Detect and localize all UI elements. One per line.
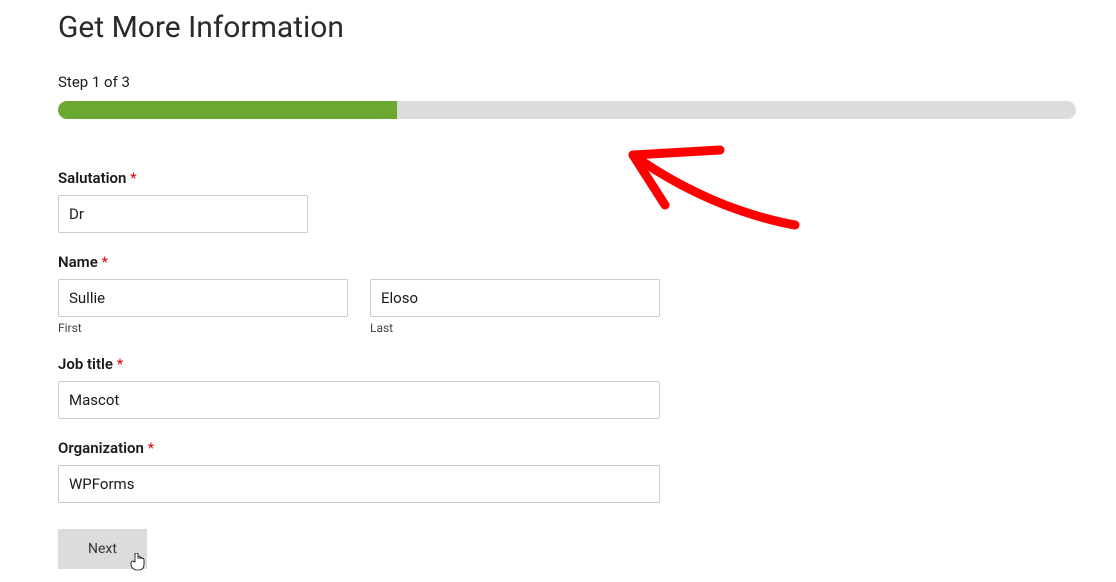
page-title: Get More Information bbox=[58, 10, 1076, 45]
next-button[interactable]: Next bbox=[58, 529, 147, 569]
name-label: Name * bbox=[58, 253, 1076, 271]
organization-field-group: Organization * bbox=[58, 439, 1076, 503]
organization-label: Organization * bbox=[58, 439, 1076, 457]
name-label-text: Name bbox=[58, 253, 98, 271]
job-title-input[interactable] bbox=[58, 381, 660, 419]
last-name-sublabel: Last bbox=[370, 321, 660, 335]
salutation-label: Salutation * bbox=[58, 169, 1076, 187]
required-marker: * bbox=[102, 253, 108, 271]
organization-label-text: Organization bbox=[58, 439, 144, 457]
progress-fill bbox=[58, 101, 397, 119]
last-name-col: Last bbox=[370, 279, 660, 335]
name-row: First Last bbox=[58, 279, 1076, 335]
progress-bar bbox=[58, 101, 1076, 119]
job-title-label: Job title * bbox=[58, 355, 1076, 373]
job-title-label-text: Job title bbox=[58, 355, 113, 373]
name-field-group: Name * First Last bbox=[58, 253, 1076, 335]
first-name-col: First bbox=[58, 279, 348, 335]
job-title-field-group: Job title * bbox=[58, 355, 1076, 419]
salutation-field-group: Salutation * bbox=[58, 169, 1076, 233]
organization-input[interactable] bbox=[58, 465, 660, 503]
first-name-input[interactable] bbox=[58, 279, 348, 317]
last-name-input[interactable] bbox=[370, 279, 660, 317]
required-marker: * bbox=[130, 169, 136, 187]
first-name-sublabel: First bbox=[58, 321, 348, 335]
form-container: Get More Information Step 1 of 3 Salutat… bbox=[0, 10, 1116, 569]
salutation-label-text: Salutation bbox=[58, 169, 126, 187]
required-marker: * bbox=[148, 439, 154, 457]
required-marker: * bbox=[117, 355, 123, 373]
salutation-input[interactable] bbox=[58, 195, 308, 233]
step-indicator: Step 1 of 3 bbox=[58, 73, 1076, 91]
